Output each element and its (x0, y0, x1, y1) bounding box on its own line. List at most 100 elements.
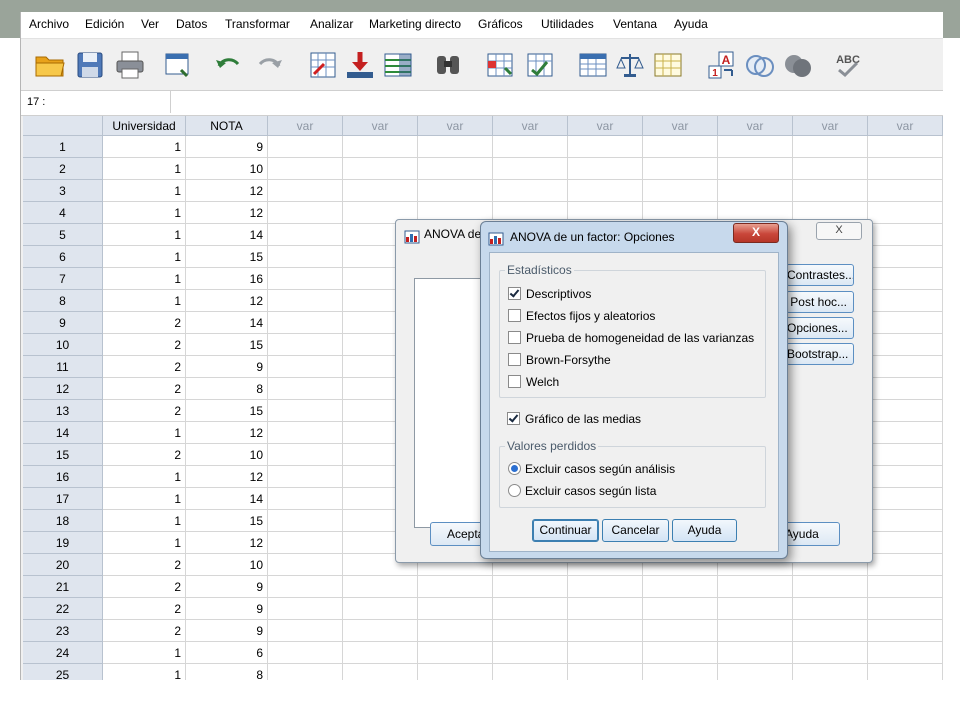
cell-universidad[interactable]: 1 (103, 136, 186, 158)
continuar-button[interactable]: Continuar (532, 519, 599, 542)
row-number[interactable]: 23 (23, 620, 103, 642)
menu-ayuda[interactable]: Ayuda (674, 17, 708, 31)
cell-nota[interactable]: 10 (186, 158, 268, 180)
cell-nota[interactable]: 15 (186, 510, 268, 532)
cell-empty[interactable] (268, 246, 343, 268)
cell-empty[interactable] (418, 136, 493, 158)
column-header-var[interactable]: var (493, 116, 568, 136)
cell-empty[interactable] (268, 642, 343, 664)
cell-empty[interactable] (718, 576, 793, 598)
options-help-button[interactable]: Ayuda (672, 519, 737, 542)
cell-empty[interactable] (268, 400, 343, 422)
cell-nota[interactable]: 9 (186, 356, 268, 378)
cell-empty[interactable] (418, 598, 493, 620)
cell-empty[interactable] (793, 642, 868, 664)
cell-empty[interactable] (793, 664, 868, 680)
cell-empty[interactable] (493, 642, 568, 664)
excluir-analisis-radio[interactable]: Excluir casos según análisis (508, 460, 675, 478)
column-header-universidad[interactable]: Universidad (103, 116, 186, 136)
cell-empty[interactable] (268, 532, 343, 554)
cell-empty[interactable] (268, 598, 343, 620)
cell-nota[interactable]: 12 (186, 180, 268, 202)
column-header-nota[interactable]: NOTA (186, 116, 268, 136)
cell-empty[interactable] (643, 136, 718, 158)
cell-universidad[interactable]: 1 (103, 488, 186, 510)
cell-universidad[interactable]: 1 (103, 246, 186, 268)
cell-nota[interactable]: 14 (186, 312, 268, 334)
cell-empty[interactable] (793, 180, 868, 202)
cell-empty[interactable] (568, 598, 643, 620)
cell-empty[interactable] (493, 158, 568, 180)
cell-empty[interactable] (793, 576, 868, 598)
cell-empty[interactable] (868, 158, 943, 180)
anova-help-button[interactable]: Ayuda (780, 522, 840, 546)
cell-empty[interactable] (493, 180, 568, 202)
cell-empty[interactable] (268, 554, 343, 576)
cell-nota[interactable]: 12 (186, 290, 268, 312)
cell-nota[interactable]: 12 (186, 532, 268, 554)
cell-empty[interactable] (268, 620, 343, 642)
cell-universidad[interactable]: 2 (103, 620, 186, 642)
spell-check-icon[interactable]: ABC (831, 48, 865, 82)
show-all-variables-icon[interactable] (781, 48, 815, 82)
row-number[interactable]: 11 (23, 356, 103, 378)
value-labels-icon[interactable]: A1 (705, 48, 739, 82)
row-number[interactable]: 2 (23, 158, 103, 180)
cell-value-input[interactable] (167, 91, 937, 113)
row-number[interactable]: 19 (23, 532, 103, 554)
cell-empty[interactable] (868, 136, 943, 158)
find-icon[interactable] (431, 48, 465, 82)
cell-empty[interactable] (568, 158, 643, 180)
cell-empty[interactable] (268, 466, 343, 488)
cell-empty[interactable] (643, 158, 718, 180)
split-file-icon[interactable] (576, 48, 610, 82)
variables-icon[interactable] (381, 48, 415, 82)
cell-empty[interactable] (868, 620, 943, 642)
cell-empty[interactable] (343, 620, 418, 642)
cell-nota[interactable]: 12 (186, 202, 268, 224)
cell-empty[interactable] (268, 180, 343, 202)
row-number[interactable]: 3 (23, 180, 103, 202)
cell-empty[interactable] (268, 444, 343, 466)
row-number[interactable]: 25 (23, 664, 103, 680)
cell-nota[interactable]: 10 (186, 554, 268, 576)
row-number[interactable]: 9 (23, 312, 103, 334)
column-header-var[interactable]: var (418, 116, 493, 136)
row-number[interactable]: 12 (23, 378, 103, 400)
row-number[interactable]: 17 (23, 488, 103, 510)
cell-empty[interactable] (343, 598, 418, 620)
cell-universidad[interactable]: 2 (103, 312, 186, 334)
cell-nota[interactable]: 10 (186, 444, 268, 466)
opciones-button[interactable]: Opciones... (786, 317, 854, 339)
cell-empty[interactable] (718, 158, 793, 180)
cell-empty[interactable] (343, 576, 418, 598)
cell-universidad[interactable]: 1 (103, 510, 186, 532)
efectos-fijos-checkbox[interactable]: Efectos fijos y aleatorios (508, 307, 655, 325)
cell-nota[interactable]: 16 (186, 268, 268, 290)
cell-empty[interactable] (418, 576, 493, 598)
row-number[interactable]: 5 (23, 224, 103, 246)
cell-universidad[interactable]: 1 (103, 158, 186, 180)
cell-empty[interactable] (268, 334, 343, 356)
cell-empty[interactable] (268, 378, 343, 400)
cell-empty[interactable] (343, 180, 418, 202)
cell-universidad[interactable]: 2 (103, 400, 186, 422)
menu-analizar[interactable]: Analizar (310, 17, 353, 31)
cell-nota[interactable]: 8 (186, 378, 268, 400)
cell-empty[interactable] (868, 312, 943, 334)
row-number[interactable]: 18 (23, 510, 103, 532)
cell-universidad[interactable]: 1 (103, 290, 186, 312)
cell-empty[interactable] (868, 268, 943, 290)
cell-empty[interactable] (868, 400, 943, 422)
cell-empty[interactable] (868, 642, 943, 664)
row-number[interactable]: 4 (23, 202, 103, 224)
go-to-case-icon[interactable] (306, 48, 340, 82)
cell-empty[interactable] (868, 224, 943, 246)
undo-icon[interactable] (211, 48, 245, 82)
cell-nota[interactable]: 15 (186, 334, 268, 356)
cell-empty[interactable] (418, 620, 493, 642)
row-number[interactable]: 13 (23, 400, 103, 422)
menu-marketing-directo[interactable]: Marketing directo (369, 17, 461, 31)
menu-transformar[interactable]: Transformar (225, 17, 290, 31)
insert-cases-icon[interactable] (483, 48, 517, 82)
